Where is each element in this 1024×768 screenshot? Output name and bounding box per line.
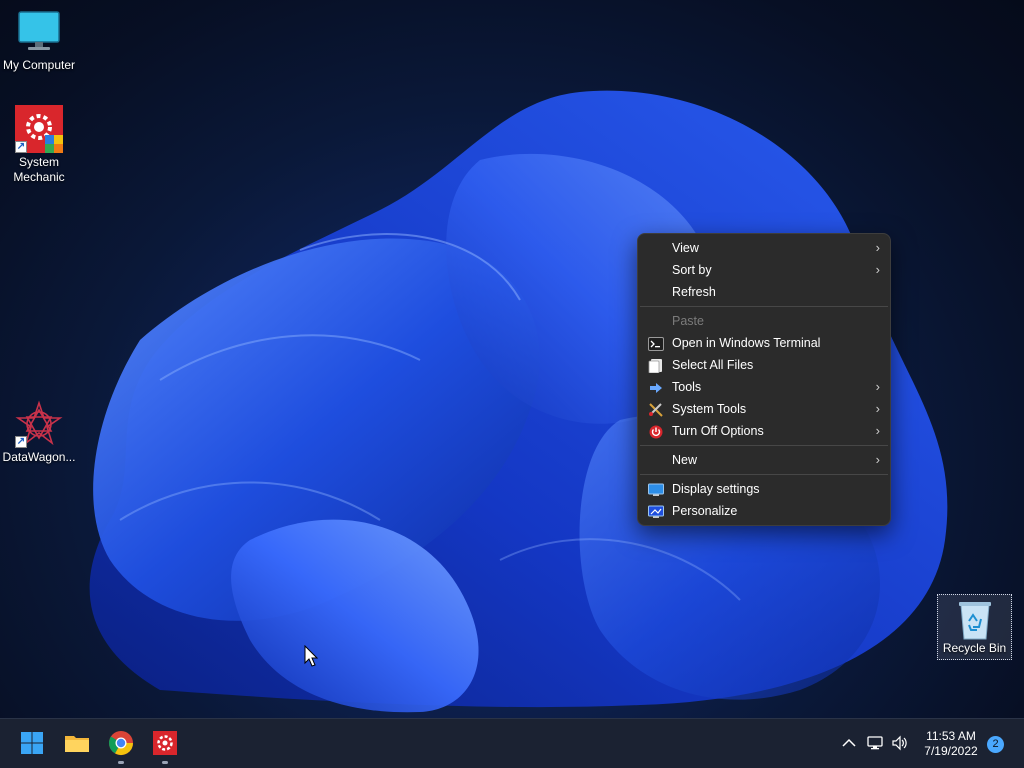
desktop-icon-recycle-bin[interactable]: Recycle Bin [937,594,1012,660]
volume-icon[interactable] [891,735,909,751]
start-button[interactable] [17,728,47,758]
clock-date: 7/19/2022 [924,744,978,758]
terminal-icon [648,336,664,351]
menu-item-tools[interactable]: Tools › [638,376,890,398]
menu-item-turn-off-options[interactable]: Turn Off Options › [638,420,890,442]
desktop-icon-label: System Mechanic [13,155,65,184]
menu-item-label: Tools [672,380,702,394]
menu-item-select-all-files[interactable]: Select All Files [638,354,890,376]
clock[interactable]: 11:53 AM 7/19/2022 [915,729,987,759]
desktop-icon-label: Recycle Bin [942,641,1007,655]
menu-item-open-terminal[interactable]: Open in Windows Terminal [638,332,890,354]
desktop-icon-datawagon[interactable]: ↗ DataWagon... [1,400,77,465]
recycle-bin-icon [955,599,995,641]
display-icon [648,482,664,496]
menu-item-sort-by[interactable]: Sort by › [638,259,890,281]
menu-item-label: Paste [672,314,704,328]
notification-badge[interactable]: 2 [987,736,1004,753]
taskbar: 11:53 AM 7/19/2022 2 [0,718,1024,768]
chevron-right-icon: › [875,379,880,394]
mouse-cursor-icon [304,645,318,667]
clock-time: 11:53 AM [926,729,976,743]
chevron-up-icon[interactable] [840,735,858,751]
menu-item-label: Sort by [672,263,712,277]
taskbar-chrome[interactable] [106,728,136,764]
menu-item-paste: Paste [638,310,890,332]
menu-item-label: Select All Files [672,358,754,372]
menu-item-label: Display settings [672,482,760,496]
running-indicator [118,761,124,764]
desktop-icon-my-computer[interactable]: My Computer [1,8,77,73]
menu-item-label: System Tools [672,402,747,416]
network-icon[interactable] [866,735,884,751]
select-files-icon [648,358,664,374]
menu-separator [640,474,888,475]
file-explorer-icon [65,736,89,752]
desktop-icon-system-mechanic[interactable]: ↗ System Mechanic [1,105,77,185]
chevron-right-icon: › [875,240,880,255]
menu-item-label: Open in Windows Terminal [672,336,821,350]
chevron-right-icon: › [875,452,880,467]
taskbar-file-explorer[interactable] [62,728,92,758]
shortcut-arrow-icon: ↗ [15,141,27,153]
desktop-context-menu: View › Sort by › Refresh Paste Open in W… [637,233,891,526]
menu-item-label: New [672,453,698,467]
menu-item-personalize[interactable]: Personalize [638,500,890,522]
personalize-icon [648,504,664,518]
power-icon [648,424,664,439]
tools-icon [648,402,664,417]
menu-item-system-tools[interactable]: System Tools › [638,398,890,420]
menu-separator [640,306,888,307]
menu-item-label: Personalize [672,504,738,518]
taskbar-system-mechanic[interactable] [150,728,180,764]
shortcut-arrow-icon: ↗ [15,436,27,448]
menu-item-label: Refresh [672,285,716,299]
menu-separator [640,445,888,446]
menu-item-view[interactable]: View › [638,237,890,259]
monitor-icon [15,8,63,56]
menu-item-label: Turn Off Options [672,424,764,438]
system-mechanic-icon [153,731,177,755]
menu-item-label: View [672,241,699,255]
menu-item-new[interactable]: New › [638,449,890,471]
chevron-right-icon: › [875,262,880,277]
menu-item-refresh[interactable]: Refresh [638,281,890,303]
menu-item-display-settings[interactable]: Display settings [638,478,890,500]
chevron-right-icon: › [875,423,880,438]
system-mechanic-icon: ↗ [15,105,63,153]
start-icon [21,732,43,754]
datawagon-icon: ↗ [15,400,63,448]
chrome-icon [109,731,133,756]
running-indicator [162,761,168,764]
chevron-right-icon: › [875,401,880,416]
desktop-icon-label: My Computer [2,58,76,72]
arrow-right-icon [648,380,664,394]
desktop-icon-label: DataWagon... [2,450,76,464]
